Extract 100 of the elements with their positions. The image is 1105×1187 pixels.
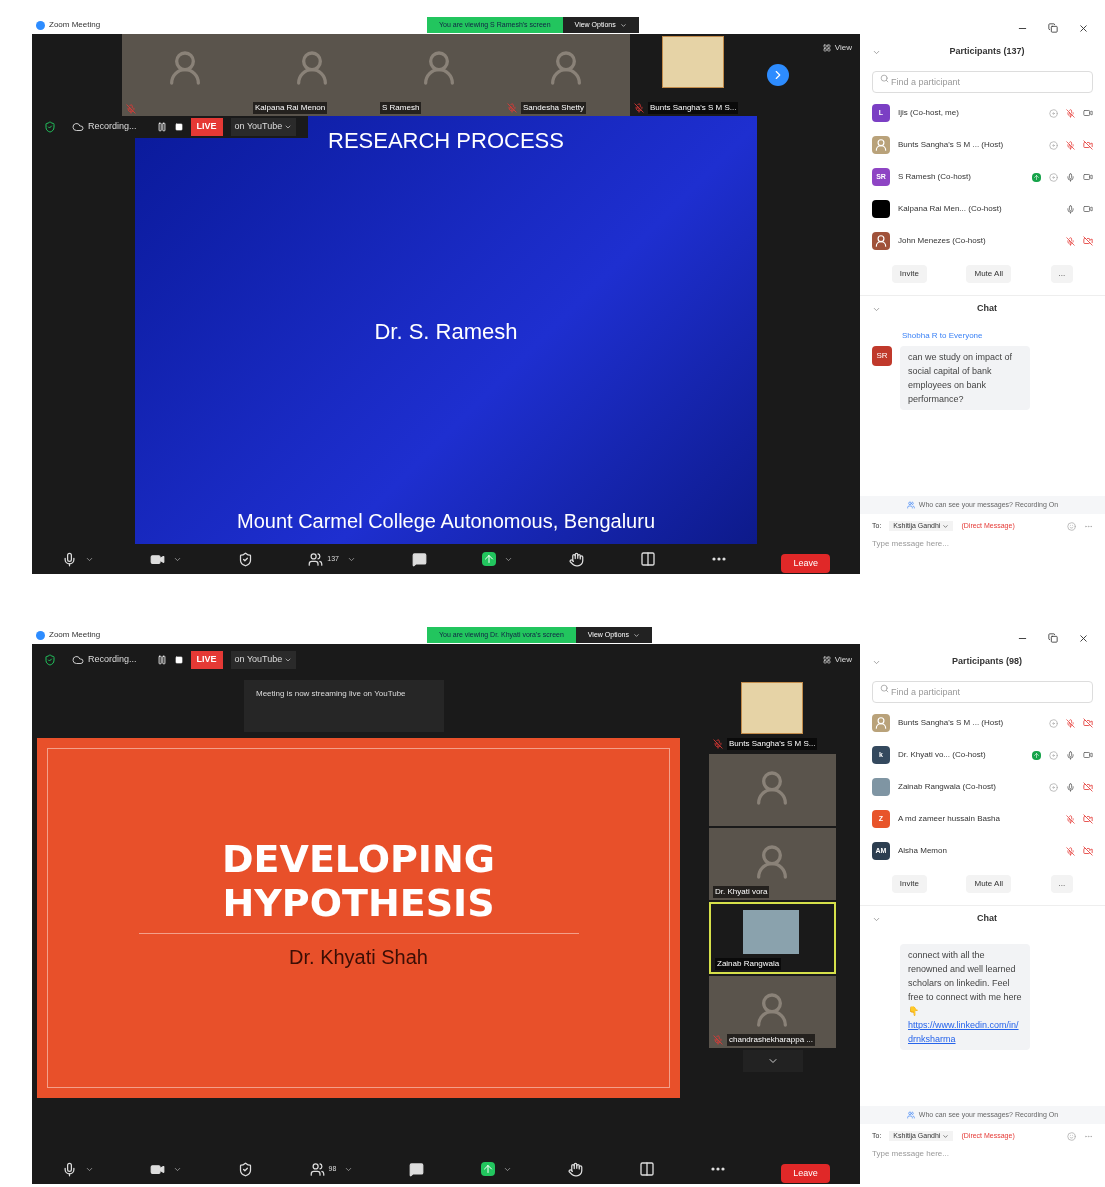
slide-title: RESEARCH PROCESS — [328, 127, 564, 155]
mic-button[interactable] — [62, 551, 77, 567]
share-screen-button[interactable] — [480, 1162, 495, 1176]
muted-mic-icon — [713, 1035, 723, 1045]
recording-label: Recording... — [88, 653, 137, 667]
poster-placeholder — [662, 36, 724, 88]
caret-icon — [619, 21, 627, 29]
participant-name: Alsha Memon — [898, 845, 948, 857]
more-icon — [711, 557, 726, 561]
participant-row[interactable]: Bunts Sangha's S M ... (Host) — [860, 129, 1105, 161]
hand-icon — [567, 1161, 583, 1177]
search-field[interactable]: Find a participant — [872, 71, 1093, 93]
participant-row[interactable]: Bunts Sangha's S M ... (Host) — [860, 707, 1105, 739]
recording-label: Recording... — [88, 120, 137, 134]
more-icon — [711, 1167, 726, 1171]
muted-mic-icon — [507, 103, 517, 113]
search-icon — [880, 74, 889, 83]
chat-button[interactable] — [409, 1161, 425, 1177]
participant-name: Bunts Sangha's S M S... — [727, 738, 818, 750]
panel-button[interactable]: Mute All — [966, 875, 1011, 893]
security-button[interactable] — [237, 551, 253, 567]
message-input[interactable]: Type message here... — [872, 538, 1093, 550]
maximize-button[interactable] — [1048, 633, 1058, 643]
pause-button[interactable] — [156, 655, 167, 665]
chat-link[interactable]: https://www.linkedin.com/in/drnksharma — [908, 1018, 1022, 1046]
caret-icon — [284, 123, 293, 131]
panel-button[interactable]: Invite — [891, 875, 927, 893]
leave-button[interactable]: Leave — [781, 553, 830, 573]
slide-author: Dr. S. Ramesh — [374, 318, 518, 346]
cloud-icon — [72, 121, 84, 133]
participant-name: Ijis (Co-host, me) — [898, 107, 960, 119]
participant-name: Sandesha Shetty — [521, 102, 586, 114]
participant-name: chandrashekharappa ... — [727, 1034, 816, 1046]
pause-button[interactable] — [156, 122, 167, 132]
status-icon — [1049, 108, 1058, 118]
reactions-button[interactable] — [567, 1161, 583, 1177]
muted-mic-icon — [126, 104, 136, 114]
window-title: Zoom Meeting — [49, 19, 101, 31]
share-screen-button[interactable] — [482, 552, 497, 566]
participant-row[interactable]: Kalpana Rai Men... (Co-host) — [860, 193, 1105, 225]
participant-name: A md zameer hussain Basha — [898, 813, 1001, 825]
leave-button[interactable]: Leave — [781, 1163, 830, 1183]
slide-author: Dr. Khyati Shah — [289, 945, 428, 970]
maximize-button[interactable] — [1048, 23, 1058, 33]
muted-mic-icon — [634, 103, 644, 113]
people-icon — [308, 551, 324, 567]
blurred-video-placeholder — [743, 910, 799, 954]
stop-button[interactable] — [174, 123, 183, 131]
status-icon — [1049, 172, 1058, 182]
muted-mic-icon — [713, 739, 723, 749]
participants-title: Participants (137) — [948, 45, 1026, 59]
reactions-button[interactable] — [569, 551, 585, 567]
share-screen-icon — [482, 552, 497, 566]
shield-icon — [44, 654, 56, 666]
next-page-button[interactable] — [767, 64, 789, 86]
message-input[interactable]: Type message here... — [872, 1148, 1093, 1160]
chat-icon — [409, 1161, 425, 1177]
participants-title: Participants (98) — [951, 655, 1023, 669]
search-field[interactable]: Find a participant — [872, 681, 1093, 703]
more-button[interactable] — [711, 557, 726, 561]
panel-button[interactable]: ... — [1050, 875, 1074, 893]
window-title: Zoom Meeting — [49, 629, 101, 641]
caret-icon — [942, 1132, 950, 1140]
panel-button[interactable]: Mute All — [966, 265, 1011, 283]
live-target-dropdown[interactable]: on YouTube — [230, 118, 297, 136]
close-button[interactable] — [1078, 22, 1089, 34]
chat-button[interactable] — [411, 551, 427, 567]
security-button[interactable] — [238, 1161, 254, 1177]
mic-icon — [62, 551, 77, 567]
participant-row[interactable]: John Menezes (Co-host) — [860, 225, 1105, 257]
participant-name: Bunts Sangha's S M ... (Host) — [898, 717, 1005, 729]
close-button[interactable] — [1078, 632, 1089, 644]
search-icon — [880, 684, 889, 693]
more-button[interactable] — [711, 1167, 726, 1171]
two-panes-icon — [639, 551, 656, 567]
caret-icon — [284, 656, 293, 664]
layout-button[interactable] — [639, 551, 656, 567]
streaming-tooltip: Meeting is now streaming live on YouTube — [244, 680, 444, 732]
avatar: SR — [872, 346, 892, 366]
participant-name: Dr. Khyati vora — [713, 886, 770, 898]
live-target-dropdown[interactable]: on YouTube — [230, 651, 297, 669]
shield-icon — [44, 121, 56, 133]
participant-name: John Menezes (Co-host) — [898, 235, 987, 247]
people-icon — [906, 1111, 915, 1119]
view-button[interactable]: View — [822, 654, 852, 666]
panel-button[interactable]: ... — [1050, 265, 1074, 283]
grid-icon — [822, 44, 831, 52]
panel-button[interactable]: Invite — [891, 265, 927, 283]
participant-name: Kalpana Rai Men... (Co-host) — [898, 203, 1003, 215]
status-icon — [1049, 782, 1058, 792]
participant-name: S Ramesh (Co-host) — [898, 171, 972, 183]
live-badge: LIVE — [190, 118, 223, 136]
stop-button[interactable] — [174, 656, 183, 664]
layout-button[interactable] — [639, 1161, 655, 1177]
view-button[interactable]: View — [822, 42, 852, 54]
mic-button[interactable] — [62, 1161, 77, 1177]
caret-icon — [942, 522, 950, 530]
participant-row[interactable]: Zainab Rangwala (Co-host) — [860, 771, 1105, 803]
share-screen-icon — [480, 1162, 495, 1176]
chat-message: can we study on impact of social capital of bank employees on bank performance? — [908, 351, 1014, 406]
